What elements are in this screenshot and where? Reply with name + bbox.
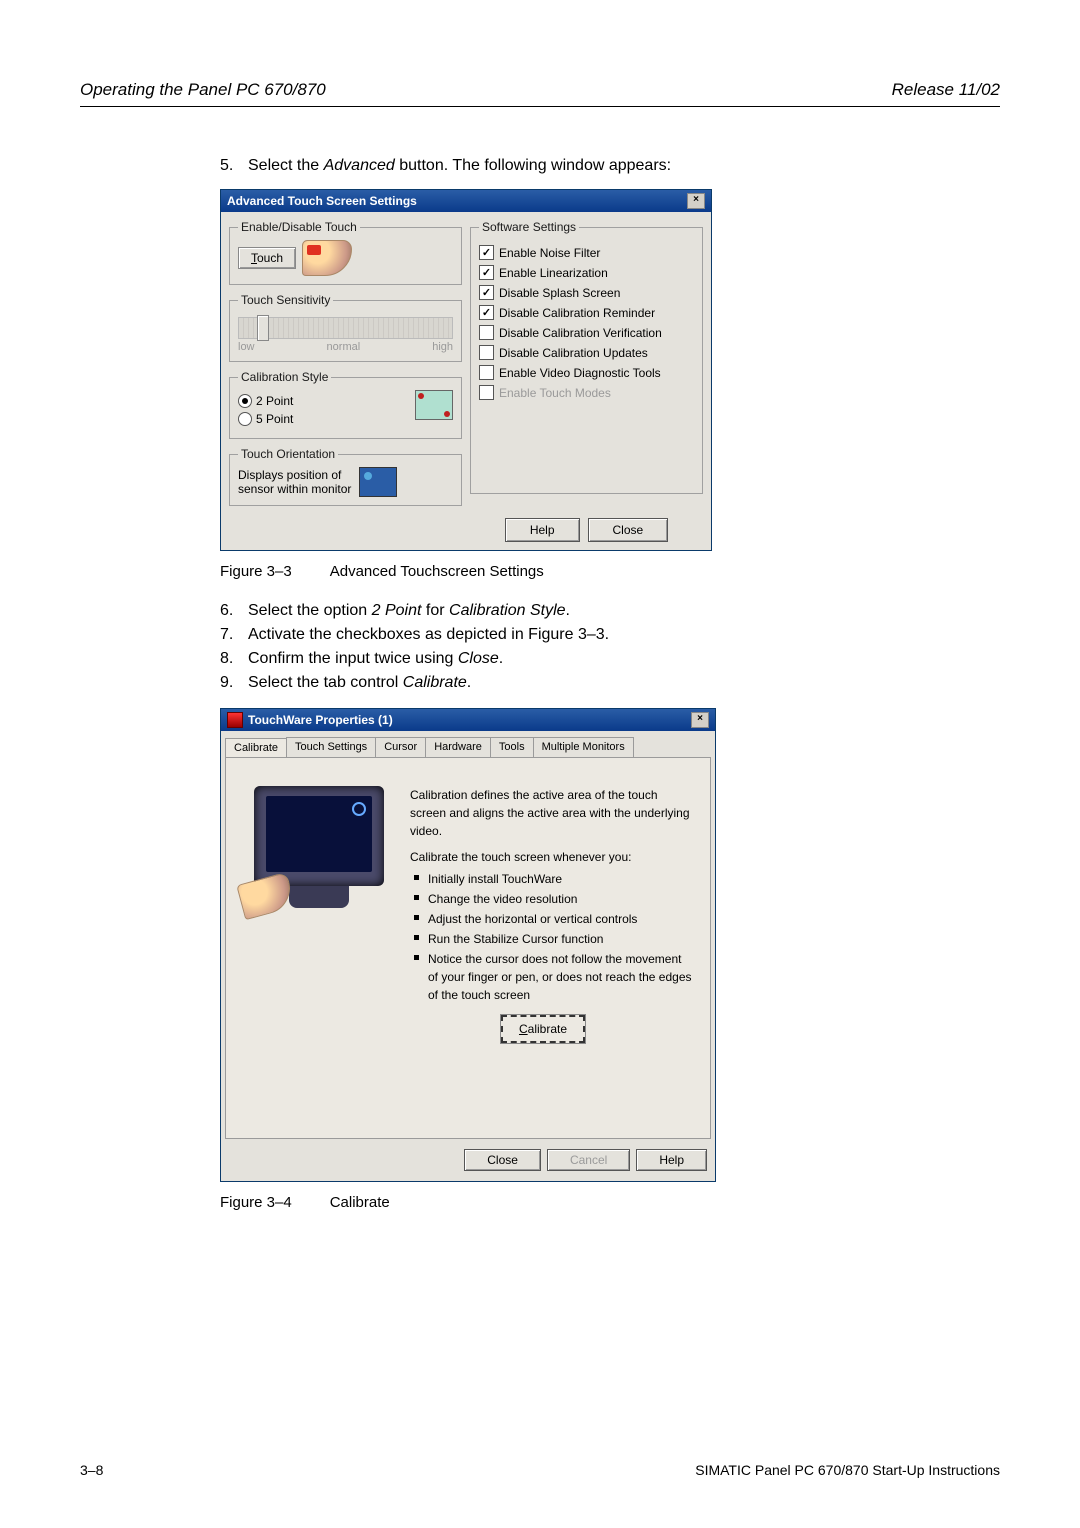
calibrate-description: Calibration defines the active area of t… [410,786,692,1006]
dialog-titlebar: TouchWare Properties (1) × [221,709,715,731]
orientation-icon [359,467,397,497]
touch-button[interactable]: TTouchouch [238,247,296,269]
checkbox-unchecked-icon [479,325,494,340]
orientation-text: Displays position of sensor within monit… [238,468,351,496]
checkbox-disable-splash[interactable]: ✓Disable Splash Screen [479,285,694,300]
group-legend: Software Settings [479,220,579,234]
touch-orientation-group: Touch Orientation Displays position of s… [229,447,462,506]
checkbox-checked-icon: ✓ [479,245,494,260]
enable-disable-touch-group: Enable/Disable Touch TTouchouch [229,220,462,285]
help-button[interactable]: Help [505,518,580,542]
dialog-title: Advanced Touch Screen Settings [227,194,417,208]
close-icon[interactable]: × [687,193,705,209]
calibration-style-icon [415,390,453,420]
step-6: 6. Select the option 2 Point for Calibra… [220,602,960,620]
checkbox-enable-touch-modes: Enable Touch Modes [479,385,694,400]
tabs: Calibrate Touch Settings Cursor Hardware… [221,731,715,757]
radio-label: 5 Point [256,412,293,426]
slider-thumb-icon[interactable] [257,315,269,341]
radio-selected-icon [238,394,252,408]
step-7: 7. Activate the checkboxes as depicted i… [220,626,960,644]
radio-2-point[interactable]: 2 Point [238,394,415,408]
slider-normal-label: normal [327,341,361,353]
checkbox-disable-updates[interactable]: Disable Calibration Updates [479,345,694,360]
tab-panel-calibrate: Calibration defines the active area of t… [225,757,711,1139]
list-item: Change the video resolution [428,890,692,908]
checkbox-disable-reminder[interactable]: ✓Disable Calibration Reminder [479,305,694,320]
list-item: Adjust the horizontal or vertical contro… [428,910,692,928]
slider-low-label: low [238,341,255,353]
dialog-titlebar: Advanced Touch Screen Settings × [221,190,711,212]
page-header: Operating the Panel PC 670/870 Release 1… [80,80,1000,107]
list-item: Notice the cursor does not follow the mo… [428,950,692,1004]
checkbox-disabled-icon [479,385,494,400]
list-item: Run the Stabilize Cursor function [428,930,692,948]
app-icon [227,712,243,728]
radio-5-point[interactable]: 5 Point [238,412,415,426]
step-5: 5. Select the Advanced button. The follo… [220,157,960,175]
touch-finger-icon [302,240,352,276]
cancel-button: Cancel [547,1149,630,1171]
checkbox-checked-icon: ✓ [479,285,494,300]
figure-3-4-caption: Figure 3–4Calibrate [220,1194,960,1211]
step-8: 8. Confirm the input twice using Close. [220,650,960,668]
checkbox-unchecked-icon [479,365,494,380]
checkbox-checked-icon: ✓ [479,265,494,280]
monitor-touch-icon [244,786,394,926]
close-icon[interactable]: × [691,712,709,728]
radio-unselected-icon [238,412,252,426]
group-legend: Touch Orientation [238,447,338,461]
sensitivity-slider[interactable] [238,317,453,339]
calibrate-button[interactable]: CalibrateCalibrate [501,1015,585,1043]
close-button[interactable]: Close [464,1149,541,1171]
slider-high-label: high [432,341,453,353]
checkbox-checked-icon: ✓ [479,305,494,320]
radio-label: 2 Point [256,394,293,408]
group-legend: Enable/Disable Touch [238,220,360,234]
tab-hardware[interactable]: Hardware [425,737,491,757]
checkbox-disable-verification[interactable]: Disable Calibration Verification [479,325,694,340]
touch-sensitivity-group: Touch Sensitivity low normal high [229,293,462,362]
tab-touch-settings[interactable]: Touch Settings [286,737,376,757]
help-button[interactable]: Help [636,1149,707,1171]
page-footer: 3–8 SIMATIC Panel PC 670/870 Start-Up In… [80,1462,1000,1478]
header-right: Release 11/02 [892,80,1000,100]
software-settings-group: Software Settings ✓Enable Noise Filter ✓… [470,220,703,494]
touchware-properties-dialog: TouchWare Properties (1) × Calibrate Tou… [220,708,716,1182]
dialog-title: TouchWare Properties (1) [248,713,393,727]
group-legend: Touch Sensitivity [238,293,333,307]
group-legend: Calibration Style [238,370,331,384]
list-item: Initially install TouchWare [428,870,692,888]
step-5-num: 5. [220,157,248,175]
figure-3-3-caption: Figure 3–3Advanced Touchscreen Settings [220,563,960,580]
tab-multiple-monitors[interactable]: Multiple Monitors [533,737,634,757]
checkbox-enable-noise-filter[interactable]: ✓Enable Noise Filter [479,245,694,260]
close-button[interactable]: Close [588,518,669,542]
tab-calibrate[interactable]: Calibrate [225,738,287,758]
footer-doc-title: SIMATIC Panel PC 670/870 Start-Up Instru… [695,1462,1000,1478]
page-number: 3–8 [80,1462,103,1478]
checkbox-enable-diagnostic[interactable]: Enable Video Diagnostic Tools [479,365,694,380]
tab-tools[interactable]: Tools [490,737,534,757]
step-9: 9. Select the tab control Calibrate. [220,674,960,692]
header-left: Operating the Panel PC 670/870 [80,80,326,100]
checkbox-unchecked-icon [479,345,494,360]
advanced-touch-settings-dialog: Advanced Touch Screen Settings × Enable/… [220,189,712,551]
tab-cursor[interactable]: Cursor [375,737,426,757]
checkbox-enable-linearization[interactable]: ✓Enable Linearization [479,265,694,280]
calibration-style-group: Calibration Style 2 Point 5 Point [229,370,462,439]
